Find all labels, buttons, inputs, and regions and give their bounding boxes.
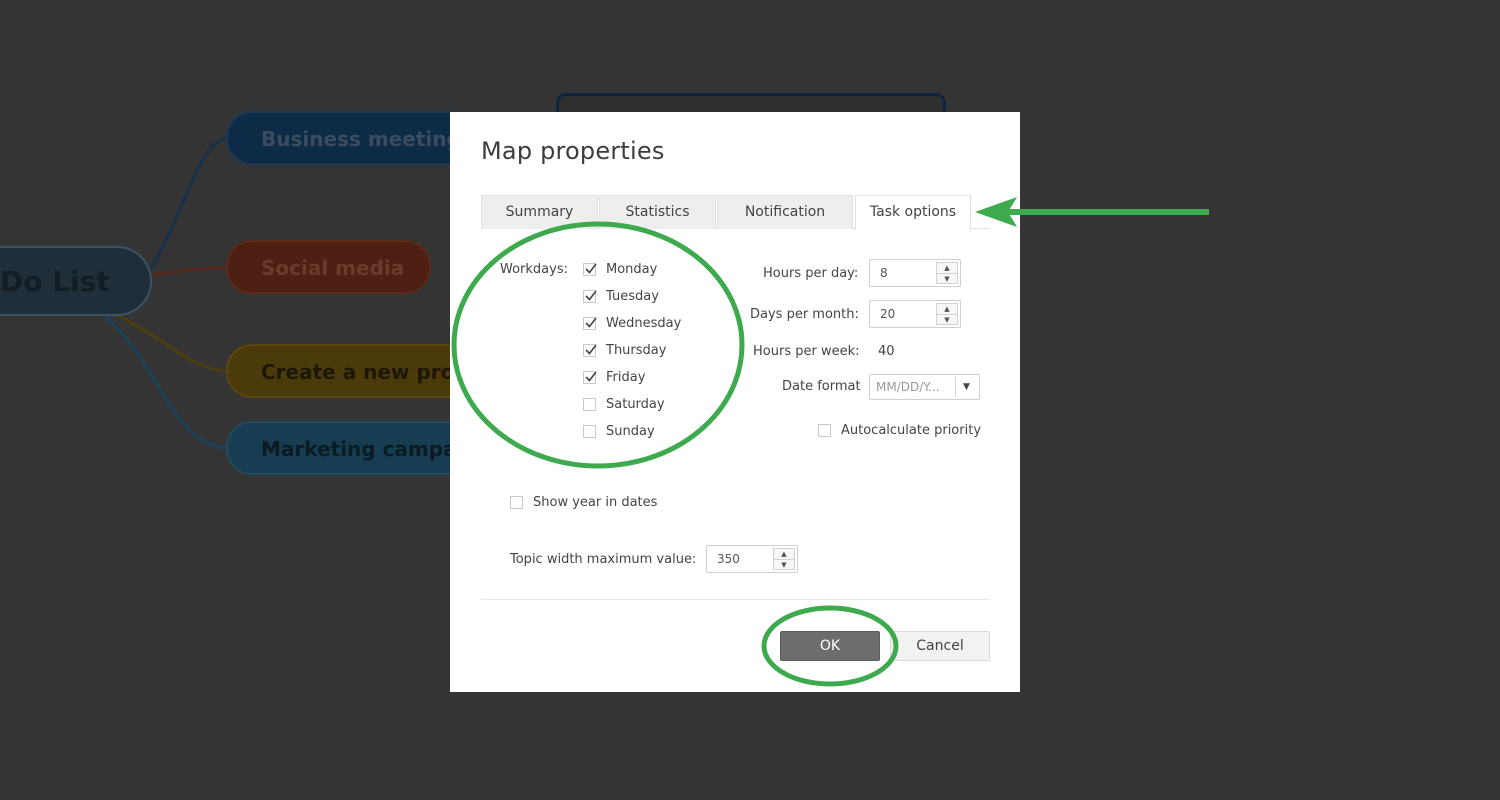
topic-marketing-campaign[interactable]: Marketing campai (226, 421, 476, 475)
hours-per-day-stepper: ▲ ▼ (869, 259, 961, 287)
spin-down-icon[interactable]: ▼ (774, 559, 794, 569)
connector-marketing (99, 310, 229, 450)
hours-per-week-value: 40 (878, 344, 895, 359)
spin-down-icon[interactable]: ▼ (937, 314, 957, 324)
workday-label: Sunday (606, 424, 655, 439)
cancel-button[interactable]: Cancel (890, 631, 990, 661)
check-icon (585, 371, 597, 382)
workday-label: Monday (606, 262, 658, 277)
tab-summary[interactable]: Summary (481, 195, 598, 229)
show-year-checkbox[interactable] (510, 496, 523, 509)
workday-checkbox-monday[interactable] (583, 263, 597, 276)
workday-checkbox-sunday[interactable] (583, 425, 596, 438)
topic-width-stepper: ▲ ▼ (706, 545, 798, 573)
topic-width-input[interactable] (707, 546, 771, 572)
workday-checkbox-thursday[interactable] (583, 344, 597, 357)
tab-notification[interactable]: Notification (717, 195, 853, 229)
spin-up-icon[interactable]: ▲ (937, 304, 957, 314)
spin-down-icon[interactable]: ▼ (937, 273, 957, 283)
workday-label: Saturday (606, 397, 665, 412)
show-year-label: Show year in dates (533, 495, 658, 510)
date-format-label: Date format (782, 379, 861, 394)
workdays-label: Workdays: (500, 262, 568, 277)
tab-statistics[interactable]: Statistics (599, 195, 716, 229)
workday-label: Wednesday (606, 316, 682, 331)
workday-checkbox-friday[interactable] (583, 371, 597, 384)
autocalculate-priority-label: Autocalculate priority (841, 423, 982, 438)
workday-label: Tuesday (606, 289, 659, 304)
check-icon (585, 317, 597, 328)
workday-checkbox-wednesday[interactable] (583, 317, 597, 330)
days-per-month-spin-buttons: ▲ ▼ (936, 303, 958, 325)
hours-per-day-label: Hours per day: (763, 266, 859, 281)
date-format-select[interactable]: MM/DD/Y... ▼ (869, 374, 980, 400)
ok-button[interactable]: OK (780, 631, 880, 661)
days-per-month-input[interactable] (870, 301, 934, 327)
topic-create-new[interactable]: Create a new pro (226, 344, 476, 398)
workday-label: Thursday (606, 343, 667, 358)
topic-width-label: Topic width maximum value: (510, 552, 697, 567)
hours-per-week-label: Hours per week: (753, 344, 860, 359)
connector-social (149, 265, 229, 277)
check-icon (585, 263, 597, 274)
map-properties-dialog: Map properties Summary Statistics Notifi… (450, 112, 1020, 692)
tab-task-options[interactable]: Task options (855, 195, 971, 230)
tab-bar: Summary Statistics Notification Task opt… (481, 195, 990, 230)
spin-up-icon[interactable]: ▲ (937, 263, 957, 273)
chevron-down-icon: ▼ (955, 377, 977, 397)
check-icon (585, 290, 597, 301)
date-format-value: MM/DD/Y... (876, 380, 940, 394)
workday-checkbox-tuesday[interactable] (583, 290, 597, 303)
hours-per-day-spin-buttons: ▲ ▼ (936, 262, 958, 284)
connector-business (148, 136, 229, 271)
autocalculate-priority-checkbox[interactable] (818, 424, 831, 437)
workday-checkbox-saturday[interactable] (583, 398, 596, 411)
days-per-month-label: Days per month: (750, 307, 859, 322)
spin-up-icon[interactable]: ▲ (774, 549, 794, 559)
hours-per-day-input[interactable] (870, 260, 934, 286)
footer-divider (481, 599, 990, 600)
root-topic[interactable]: Do List (0, 246, 152, 316)
topic-social-media[interactable]: Social media (226, 240, 431, 294)
topic-business-meeting[interactable]: Business meeting (226, 111, 476, 165)
topic-width-spin-buttons: ▲ ▼ (773, 548, 795, 570)
days-per-month-stepper: ▲ ▼ (869, 300, 961, 328)
workday-label: Friday (606, 370, 646, 385)
dialog-title: Map properties (481, 137, 665, 165)
check-icon (585, 344, 597, 355)
